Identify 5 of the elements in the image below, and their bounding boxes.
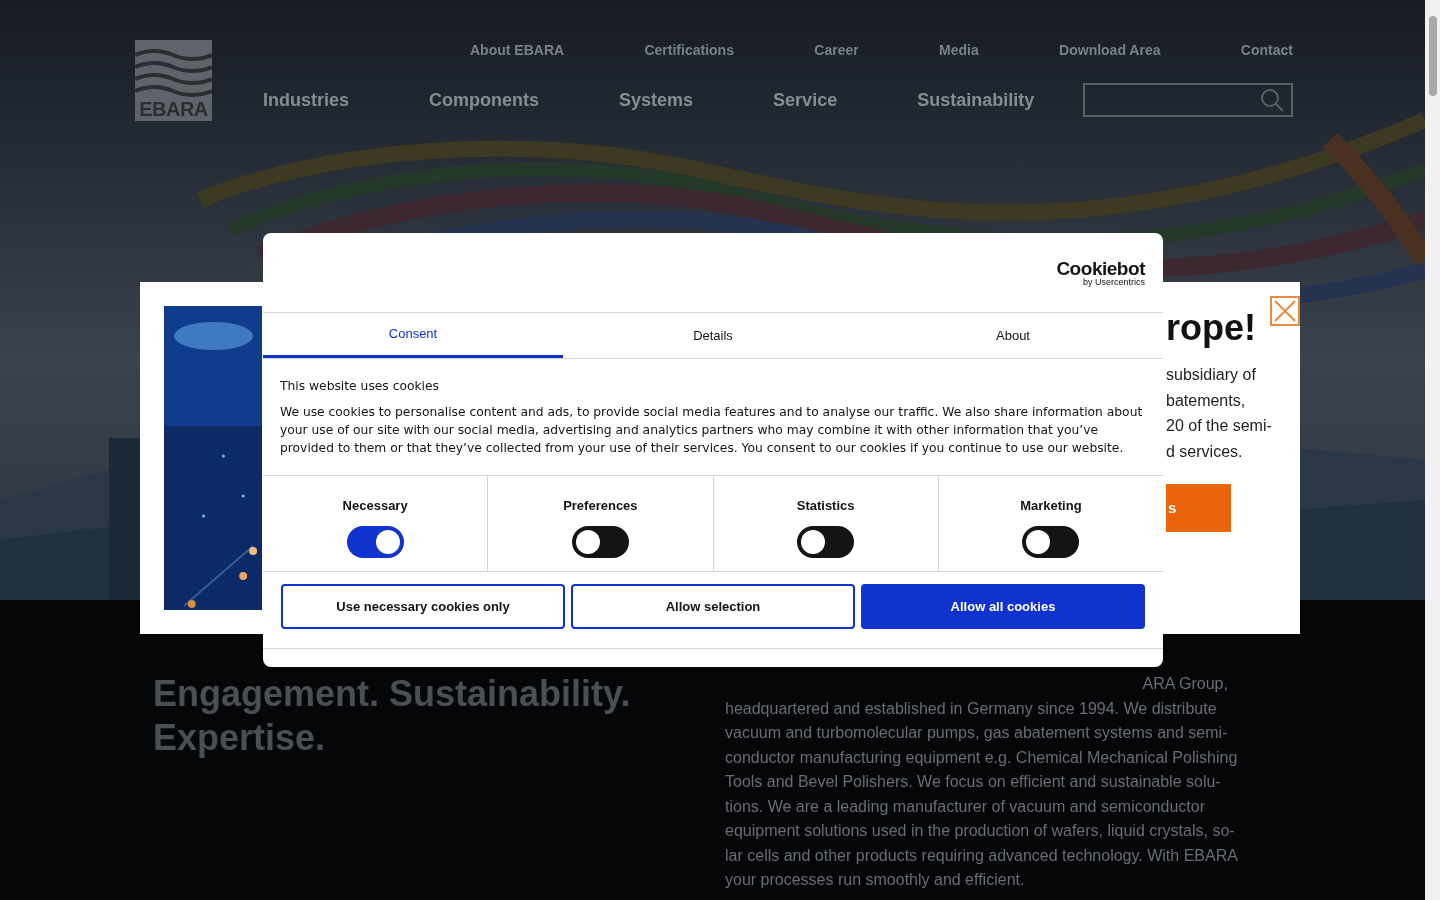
intro-paragraph: headquartered and established in Germany since 1994. We distribute vacuum and turbomolecular pumps, gas abatement systems and semi- conductor manufacturing equipment e.g. Chemical Mechanical Polishing Tools and Bevel Polishers. We focus on efficient and sustainable solu- tions. We are a leading manufacturer of vacuum and semiconductor equipment solutions used in the production of wafers, liquid crystals, so- lar cells and other products requiring advanced technology. With EBARA your processes run smoothly and efficient. [725, 698, 1238, 890]
scrollbar[interactable] [1425, 0, 1440, 900]
intro-heading: Engagement. Sustainability. Expertise. [153, 672, 632, 760]
scrollbar-thumb[interactable] [1428, 16, 1437, 96]
intro-text-fragment: ARA Group, [1142, 674, 1228, 694]
